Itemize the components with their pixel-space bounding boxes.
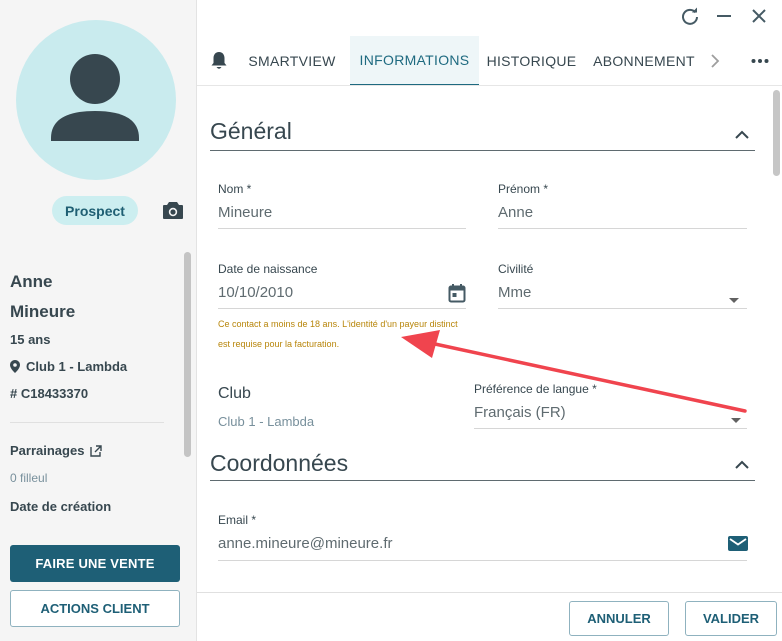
sidebar-divider [10,422,164,423]
more-horizontal-icon[interactable] [745,36,775,86]
civility-label: Civilité [498,262,534,276]
client-club: Club 1 - Lambda [10,359,127,374]
birthdate-field[interactable]: 10/10/2010 [218,284,293,301]
minimize-icon[interactable] [714,6,734,26]
referrals-value: 0 filleul [10,471,48,485]
email-label: Email * [218,513,257,527]
dropdown-arrow-icon[interactable] [729,291,739,303]
first-name-field[interactable]: Anne [498,204,533,221]
client-age: 15 ans [10,332,51,347]
client-detail-panel: SMARTVIEW INFORMATIONS HISTORIQUE ABONNE… [197,0,782,641]
avatar [16,20,176,180]
email-underline [218,560,747,561]
informations-form: Général Nom * Mineure Prénom * Anne Date… [197,86,782,592]
last-name-label: Nom * [218,182,252,196]
dropdown-arrow-icon[interactable] [731,411,741,423]
civility-select[interactable]: Mme [498,284,531,301]
close-icon[interactable] [749,6,769,26]
tab-smartview[interactable]: SMARTVIEW [244,36,340,86]
chevron-up-icon[interactable] [733,458,751,470]
birthdate-label: Date de naissance [218,262,318,276]
civility-underline [498,308,747,309]
tab-bar: SMARTVIEW INFORMATIONS HISTORIQUE ABONNE… [197,36,782,86]
calendar-icon[interactable] [448,283,466,303]
client-actions-button[interactable]: ACTIONS CLIENT [10,590,180,627]
tab-informations[interactable]: INFORMATIONS [350,36,479,86]
section-title-contact: Coordonnées [210,450,349,476]
bell-icon[interactable] [205,36,233,86]
section-divider [210,150,755,151]
client-first-name: Anne [10,272,53,291]
client-club-label: Club 1 - Lambda [26,359,128,374]
location-pin-icon [10,360,20,373]
minor-warning-text: Ce contact a moins de 18 ans. L'identité… [218,319,458,349]
club-label: Club [218,385,251,402]
camera-icon[interactable] [162,200,184,220]
section-title-general: Général [210,118,292,144]
refresh-icon[interactable] [680,6,700,26]
tab-historique[interactable]: HISTORIQUE [482,36,581,86]
main-scrollbar-thumb[interactable] [773,90,780,176]
referrals-label: Parrainages [10,443,85,458]
external-link-icon[interactable] [90,444,103,457]
client-sidebar: Prospect Anne Mineure 15 ans Club 1 - La… [0,0,197,641]
sidebar-scrollbar-thumb[interactable] [184,252,191,457]
last-name-underline [218,228,466,229]
validate-button[interactable]: VALIDER [685,601,777,636]
first-name-underline [498,228,747,229]
cancel-button[interactable]: ANNULER [569,601,669,636]
club-value: Club 1 - Lambda [218,414,315,429]
status-badge: Prospect [52,196,138,225]
referrals-heading: Parrainages [10,443,103,458]
person-icon [51,54,139,141]
footer-actions: ANNULER VALIDER [197,592,782,641]
first-name-label: Prénom * [498,182,549,196]
client-last-name: Mineure [10,302,76,321]
language-select[interactable]: Français (FR) [474,404,566,421]
section-divider [210,480,755,481]
client-id: # C18433370 [10,386,89,401]
language-label: Préférence de langue * [474,382,597,396]
birthdate-underline [218,308,466,309]
creation-date-label: Date de création [10,499,112,514]
chevron-right-icon[interactable] [705,36,725,86]
tab-abonnement[interactable]: ABONNEMENT [591,36,697,86]
chevron-up-icon[interactable] [733,128,751,140]
last-name-field[interactable]: Mineure [218,204,272,221]
language-underline [474,428,747,429]
email-icon[interactable] [727,535,749,552]
make-sale-button[interactable]: FAIRE UNE VENTE [10,545,180,582]
email-field[interactable]: anne.mineure@mineure.fr [218,535,392,552]
